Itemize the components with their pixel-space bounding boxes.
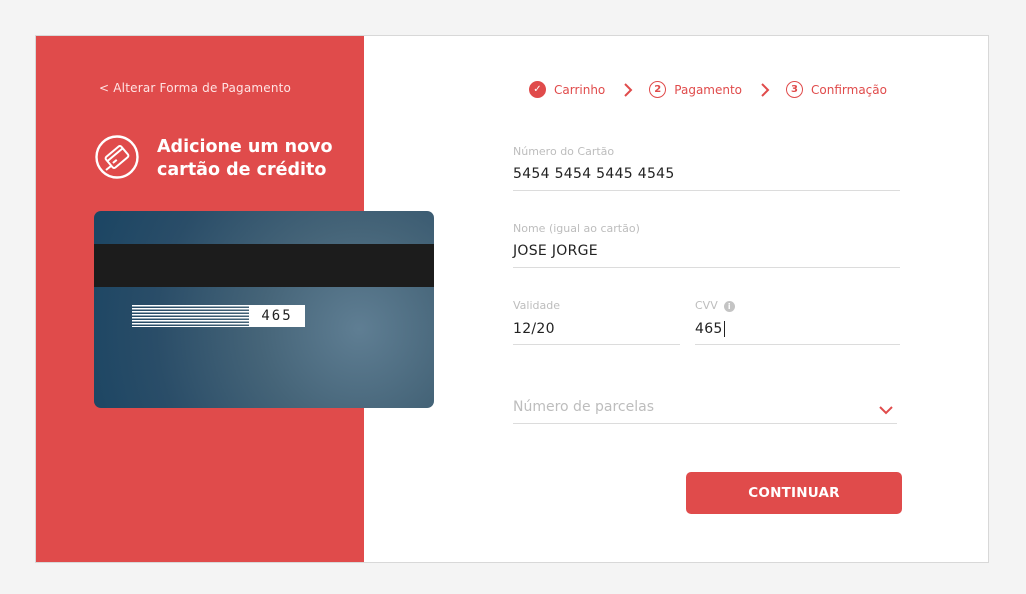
chevron-down-icon[interactable] [879, 405, 893, 415]
cardholder-name-input[interactable]: JOSE JORGE [513, 243, 598, 259]
page-title-line1: Adicione um novo [157, 137, 333, 157]
expiry-field[interactable]: Validade 12/20 [513, 299, 680, 345]
card-number-label: Número do Cartão [513, 145, 615, 158]
signature-strip [132, 305, 249, 327]
installments-placeholder: Número de parcelas [513, 399, 654, 415]
card-back-preview: 465 [94, 211, 434, 408]
change-payment-method-link[interactable]: < Alterar Forma de Pagamento [99, 81, 291, 95]
credit-card-icon [95, 135, 139, 179]
checkout-frame: < Alterar Forma de Pagamento Adicione um… [35, 35, 989, 563]
step-payment-label: Pagamento [674, 82, 743, 97]
continue-button[interactable]: CONTINUAR [686, 472, 902, 514]
expiry-input[interactable]: 12/20 [513, 321, 555, 337]
step-confirmation: 3 Confirmação [786, 81, 887, 98]
step-number-2: 2 [649, 81, 667, 98]
cvv-field[interactable]: CVV i 465 [695, 299, 900, 345]
checkout-steps: ✓ Carrinho 2 Pagamento 3 Confirmação [529, 81, 887, 98]
cvv-label-wrap: CVV i [695, 299, 735, 312]
step-cart: ✓ Carrinho [529, 81, 605, 98]
cardholder-name-label: Nome (igual ao cartão) [513, 222, 640, 235]
cvv-label: CVV [695, 299, 718, 312]
chevron-right-icon [761, 82, 770, 97]
card-number-field[interactable]: Número do Cartão 5454 5454 5445 4545 [513, 145, 900, 191]
cardholder-name-field[interactable]: Nome (igual ao cartão) JOSE JORGE [513, 222, 900, 268]
installments-select[interactable]: Número de parcelas [513, 393, 897, 424]
page-title-line2: cartão de crédito [157, 160, 327, 180]
cvv-input-wrap[interactable]: 465 [695, 321, 725, 337]
step-number-3: 3 [786, 81, 804, 98]
step-confirmation-label: Confirmação [811, 82, 887, 97]
card-number-input[interactable]: 5454 5454 5445 4545 [513, 166, 675, 182]
info-icon[interactable]: i [723, 300, 735, 312]
text-cursor [723, 321, 725, 337]
cvv-input[interactable]: 465 [695, 321, 723, 337]
magnetic-stripe [94, 244, 434, 287]
add-card-header: Adicione um novo cartão de crédito [94, 134, 347, 182]
card-cvv-display: 465 [249, 305, 305, 327]
expiry-label: Validade [513, 299, 560, 312]
chevron-right-icon [624, 82, 633, 97]
left-panel: < Alterar Forma de Pagamento Adicione um… [36, 36, 434, 562]
page-title: Adicione um novo cartão de crédito [157, 136, 347, 182]
step-payment: 2 Pagamento [649, 81, 742, 98]
check-icon: ✓ [529, 81, 546, 98]
step-cart-label: Carrinho [554, 82, 606, 97]
